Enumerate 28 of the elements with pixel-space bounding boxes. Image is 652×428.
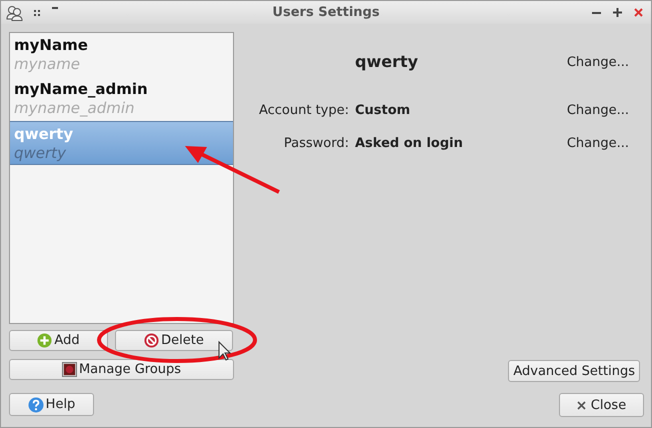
help-icon (28, 396, 44, 412)
change-link[interactable]: Change... (566, 136, 629, 151)
change-link[interactable]: Change... (566, 54, 629, 70)
advanced-settings-button[interactable]: Advanced Settings (508, 360, 640, 382)
field-value: Custom (355, 103, 412, 118)
field-value: Asked on login (355, 136, 463, 151)
close-icon (576, 400, 586, 410)
groups-icon (62, 362, 77, 377)
help-button[interactable]: Help (9, 393, 94, 416)
maximize-icon[interactable] (613, 8, 622, 17)
field-label: Account type: (258, 102, 349, 120)
plus-icon (37, 333, 52, 348)
close-icon[interactable] (634, 8, 643, 17)
grip-icon[interactable] (34, 10, 40, 16)
change-link[interactable]: Change... (566, 103, 629, 118)
add-button[interactable]: Add (9, 330, 108, 351)
delete-button[interactable]: Delete (115, 330, 233, 351)
manage-groups-button[interactable]: Manage Groups (9, 359, 234, 380)
user-item[interactable]: myName myname (10, 33, 233, 77)
prohibited-icon (144, 333, 160, 348)
field-label: Password: (282, 135, 349, 153)
user-name: qwerty (355, 51, 420, 73)
window-title: Users Settings (271, 5, 381, 20)
user-item[interactable]: myName_admin myname_admin (10, 77, 233, 121)
minimize-icon[interactable] (592, 12, 601, 14)
pointer-icon (218, 340, 232, 361)
close-button[interactable]: Close (559, 393, 644, 417)
users-icon (6, 4, 24, 20)
